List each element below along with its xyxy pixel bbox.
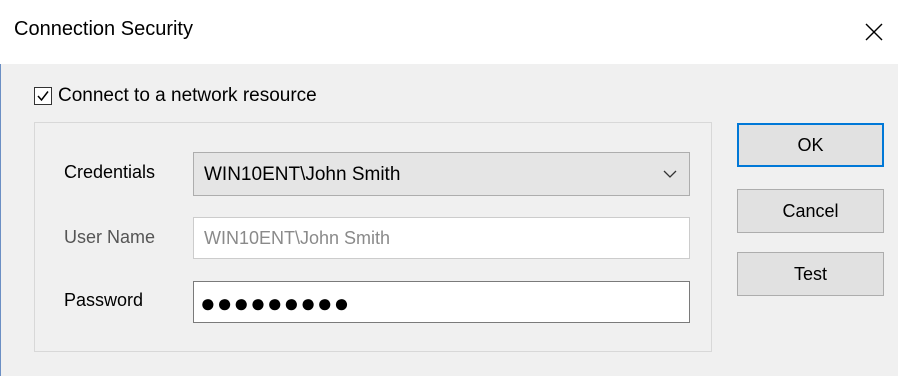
username-field: WIN10ENT\John Smith <box>193 217 690 259</box>
credentials-label: Credentials <box>64 162 156 182</box>
chevron-down-icon <box>663 170 677 178</box>
credentials-selected-value: WIN10ENT\John Smith <box>204 164 401 185</box>
close-icon <box>865 23 883 41</box>
password-field[interactable]: ●●●●●●●●● <box>193 281 690 323</box>
cancel-button[interactable]: Cancel <box>737 189 884 233</box>
connection-security-dialog: Connection Security Connect to a network… <box>0 0 898 376</box>
username-label: User Name <box>64 227 156 247</box>
password-masked-value: ●●●●●●●●● <box>200 288 351 318</box>
connect-network-checkbox[interactable] <box>34 87 52 105</box>
username-value: WIN10ENT\John Smith <box>204 228 391 248</box>
title-bar: Connection Security <box>0 0 898 64</box>
checkmark-icon <box>37 91 49 102</box>
ok-button[interactable]: OK <box>737 123 884 167</box>
close-button[interactable] <box>852 10 896 54</box>
dialog-title: Connection Security <box>14 18 193 40</box>
test-button[interactable]: Test <box>737 252 884 296</box>
credentials-dropdown[interactable]: WIN10ENT\John Smith <box>193 152 690 196</box>
connect-network-checkbox-row[interactable]: Connect to a network resource <box>34 84 317 108</box>
window-border <box>0 64 1 376</box>
password-label: Password <box>64 290 144 310</box>
connect-network-label[interactable]: Connect to a network resource <box>58 85 317 107</box>
